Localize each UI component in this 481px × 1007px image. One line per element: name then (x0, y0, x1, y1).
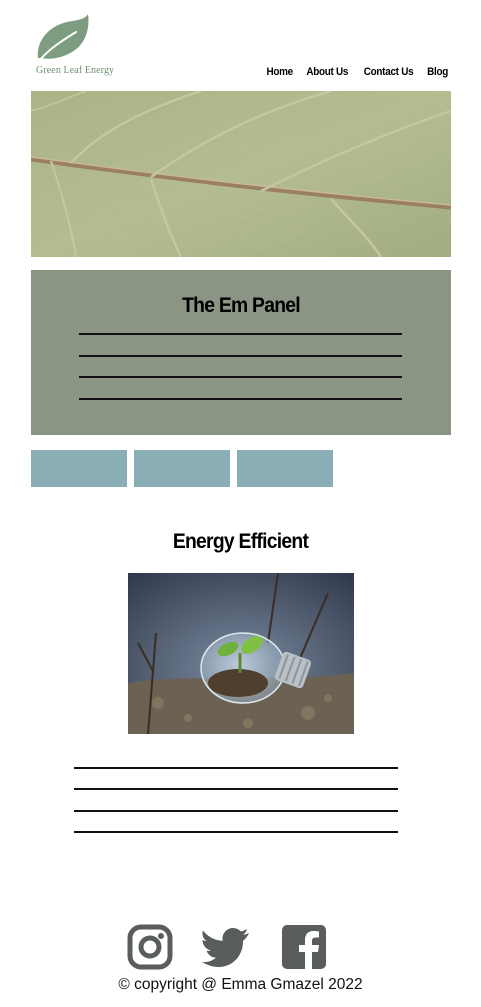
hero-leaf-image (31, 91, 451, 257)
nav-blog[interactable]: Blog (427, 66, 448, 78)
placeholder-line (79, 398, 402, 400)
brand-logo[interactable]: Green Leaf Energy (34, 14, 126, 80)
em-panel-title: The Em Panel (182, 294, 301, 317)
placeholder-line (74, 810, 398, 812)
facebook-icon[interactable] (281, 924, 327, 970)
placeholder-line (74, 767, 398, 769)
energy-section-title: Energy Efficient (172, 530, 309, 553)
placeholder-line (79, 355, 402, 357)
placeholder-line (74, 788, 398, 790)
lightbulb-photo (128, 573, 354, 734)
brand-name: Green Leaf Energy (36, 65, 115, 76)
leaf-logo-icon (37, 14, 89, 61)
twitter-icon[interactable] (202, 924, 249, 970)
placeholder-line (74, 831, 398, 833)
instagram-icon[interactable] (127, 924, 173, 970)
placeholder-line (79, 333, 402, 335)
copyright-text: © copyright @ Emma Gmazel 2022 (118, 976, 363, 993)
nav-about-us[interactable]: About Us (307, 66, 349, 78)
main-nav: Home About Us Contact Us Blog (265, 66, 449, 78)
tab-button-2[interactable] (134, 450, 230, 487)
tab-button-1[interactable] (31, 450, 127, 487)
nav-home[interactable]: Home (266, 66, 293, 78)
tab-button-3[interactable] (237, 450, 333, 487)
em-panel: The Em Panel (31, 270, 451, 435)
placeholder-line (79, 376, 402, 378)
nav-contact-us[interactable]: Contact Us (363, 66, 413, 78)
